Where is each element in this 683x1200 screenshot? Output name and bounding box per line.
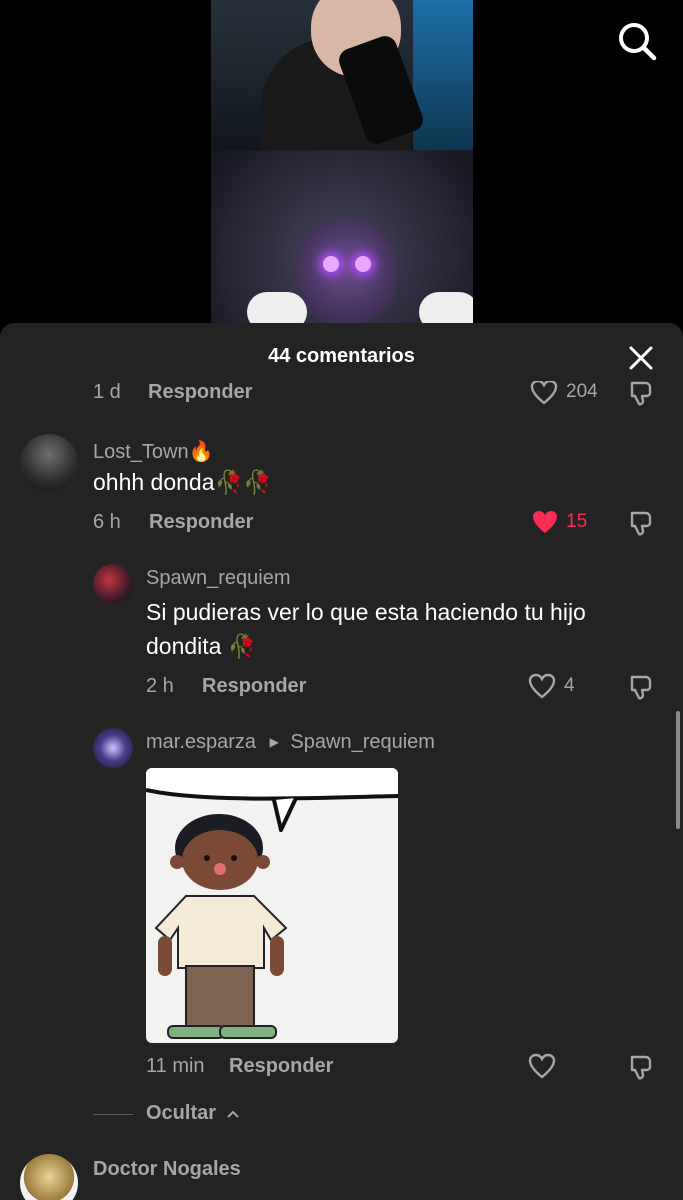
reply-to-username[interactable]: Spawn_requiem	[290, 731, 435, 753]
avatar[interactable]	[20, 1154, 78, 1200]
thumbs-down-icon	[630, 381, 652, 406]
search-icon	[619, 23, 657, 61]
comments-sheet: 44 comentarios 1 d Responder 204 Lost_To…	[0, 323, 683, 1200]
comment-text: ohhh donda🥀🥀	[93, 469, 272, 495]
camera-light	[413, 0, 473, 150]
reply-text: Si pudieras ver lo que esta haciendo tu …	[146, 599, 586, 659]
dislike-button[interactable]	[628, 509, 656, 542]
avatar[interactable]	[93, 728, 133, 768]
search-button[interactable]	[614, 18, 658, 62]
heart-outline-icon	[530, 381, 558, 405]
cartoon-boy-image	[146, 768, 398, 1039]
like-count: 204	[566, 381, 598, 402]
hide-replies-button[interactable]: Ocultar	[146, 1102, 240, 1125]
chevron-up-icon	[226, 1110, 239, 1118]
divider-line	[93, 1114, 133, 1115]
like-button[interactable]	[530, 509, 560, 540]
thumbs-down-icon	[630, 511, 652, 536]
close-icon	[629, 346, 653, 370]
like-button[interactable]	[530, 381, 558, 410]
comment-time: 6 h	[93, 511, 121, 533]
screen: { "header": { "search_icon": "search-ico…	[0, 0, 683, 1200]
reply-image[interactable]	[146, 768, 398, 1043]
close-button[interactable]	[626, 343, 656, 373]
dislike-button[interactable]	[628, 381, 656, 412]
reply-time: 11 min	[146, 1055, 205, 1077]
scrollbar[interactable]	[676, 711, 680, 829]
comments-count-title: 44 comentarios	[268, 345, 415, 367]
reply-username[interactable]: mar.esparza	[146, 731, 256, 753]
game-character	[297, 220, 397, 325]
like-count: 15	[566, 511, 588, 532]
reply-button[interactable]: Responder	[229, 1055, 333, 1078]
like-count: 4	[564, 675, 575, 696]
reply-button[interactable]: Responder	[202, 675, 306, 698]
dislike-button[interactable]	[628, 673, 656, 706]
reply-arrow-icon: ▶	[269, 735, 279, 749]
reply-header: mar.esparza ▶ Spawn_requiem	[146, 731, 435, 754]
reply-button[interactable]: Responder	[148, 381, 252, 404]
like-button[interactable]	[528, 1053, 556, 1084]
comment-time: 1 d	[93, 381, 121, 403]
comments-list[interactable]: 1 d Responder 204 Lost_Town🔥 ohhh donda🥀…	[0, 381, 683, 1200]
reply-username[interactable]: Spawn_requiem	[146, 567, 291, 590]
heart-filled-icon	[533, 511, 557, 533]
streamer-camera	[211, 0, 473, 150]
comment-username[interactable]: Doctor Nogales	[93, 1158, 241, 1181]
avatar[interactable]	[20, 434, 78, 492]
heart-outline-icon	[528, 1053, 556, 1079]
reply-time: 2 h	[146, 675, 174, 697]
like-button[interactable]	[528, 673, 556, 704]
comment-username[interactable]: Lost_Town🔥	[93, 439, 214, 464]
dislike-button[interactable]	[628, 1053, 656, 1086]
character-eye-left	[323, 256, 339, 272]
gameplay-view	[211, 150, 473, 330]
character-eye-right	[355, 256, 371, 272]
video-player[interactable]	[211, 0, 473, 330]
reply-button[interactable]: Responder	[149, 511, 253, 534]
thumbs-down-icon	[630, 675, 652, 700]
thumbs-down-icon	[630, 1055, 652, 1080]
heart-outline-icon	[528, 673, 556, 699]
avatar[interactable]	[93, 564, 133, 604]
